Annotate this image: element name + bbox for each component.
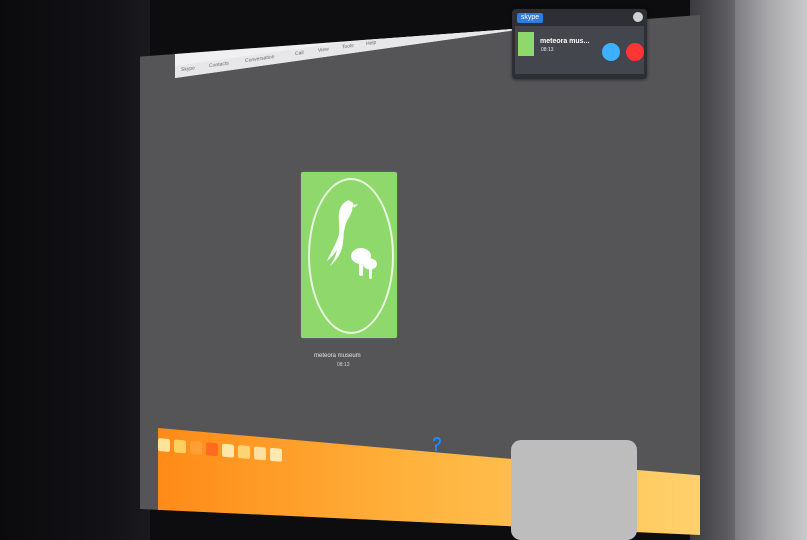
gray-overlay-box	[511, 440, 637, 540]
popup-avatar	[518, 32, 534, 56]
folder-icon[interactable]	[222, 443, 234, 458]
popup-contact-name: meteora mus...	[540, 38, 590, 45]
call-time: 08:13	[337, 362, 350, 368]
window-icon[interactable]	[270, 447, 282, 462]
chrome-icon[interactable]	[206, 442, 218, 457]
call-contact-name: meteora museum	[314, 353, 361, 359]
skype-icon[interactable]	[238, 444, 250, 460]
mushroom-icon	[351, 248, 377, 279]
menu-tools[interactable]: Tools	[342, 43, 354, 51]
internet-explorer-icon[interactable]	[190, 440, 202, 455]
room-right-wall	[735, 0, 807, 540]
close-icon[interactable]	[633, 12, 643, 22]
menu-contacts[interactable]: Contacts	[209, 60, 229, 69]
room-left-wall	[0, 0, 150, 540]
menu-view[interactable]: View	[318, 46, 329, 54]
popup-call-time: 08:13	[541, 47, 554, 53]
menu-call[interactable]: Call	[295, 50, 304, 57]
app-icon[interactable]	[254, 446, 266, 461]
incoming-call-popup: skype meteora mus... 08:13	[512, 9, 647, 79]
decline-call-button[interactable]	[626, 43, 644, 61]
menu-conversation[interactable]: Conversation	[245, 54, 274, 64]
windows-icon[interactable]	[158, 438, 170, 453]
answer-call-button[interactable]	[602, 43, 620, 61]
contact-avatar	[301, 172, 397, 338]
cursor-icon	[433, 437, 441, 451]
menu-skype[interactable]: Skype	[181, 65, 195, 73]
popup-body: meteora mus... 08:13	[515, 26, 644, 74]
skype-logo: skype	[517, 13, 543, 23]
file-explorer-icon[interactable]	[174, 439, 186, 454]
menu-help[interactable]: Help	[366, 40, 376, 47]
